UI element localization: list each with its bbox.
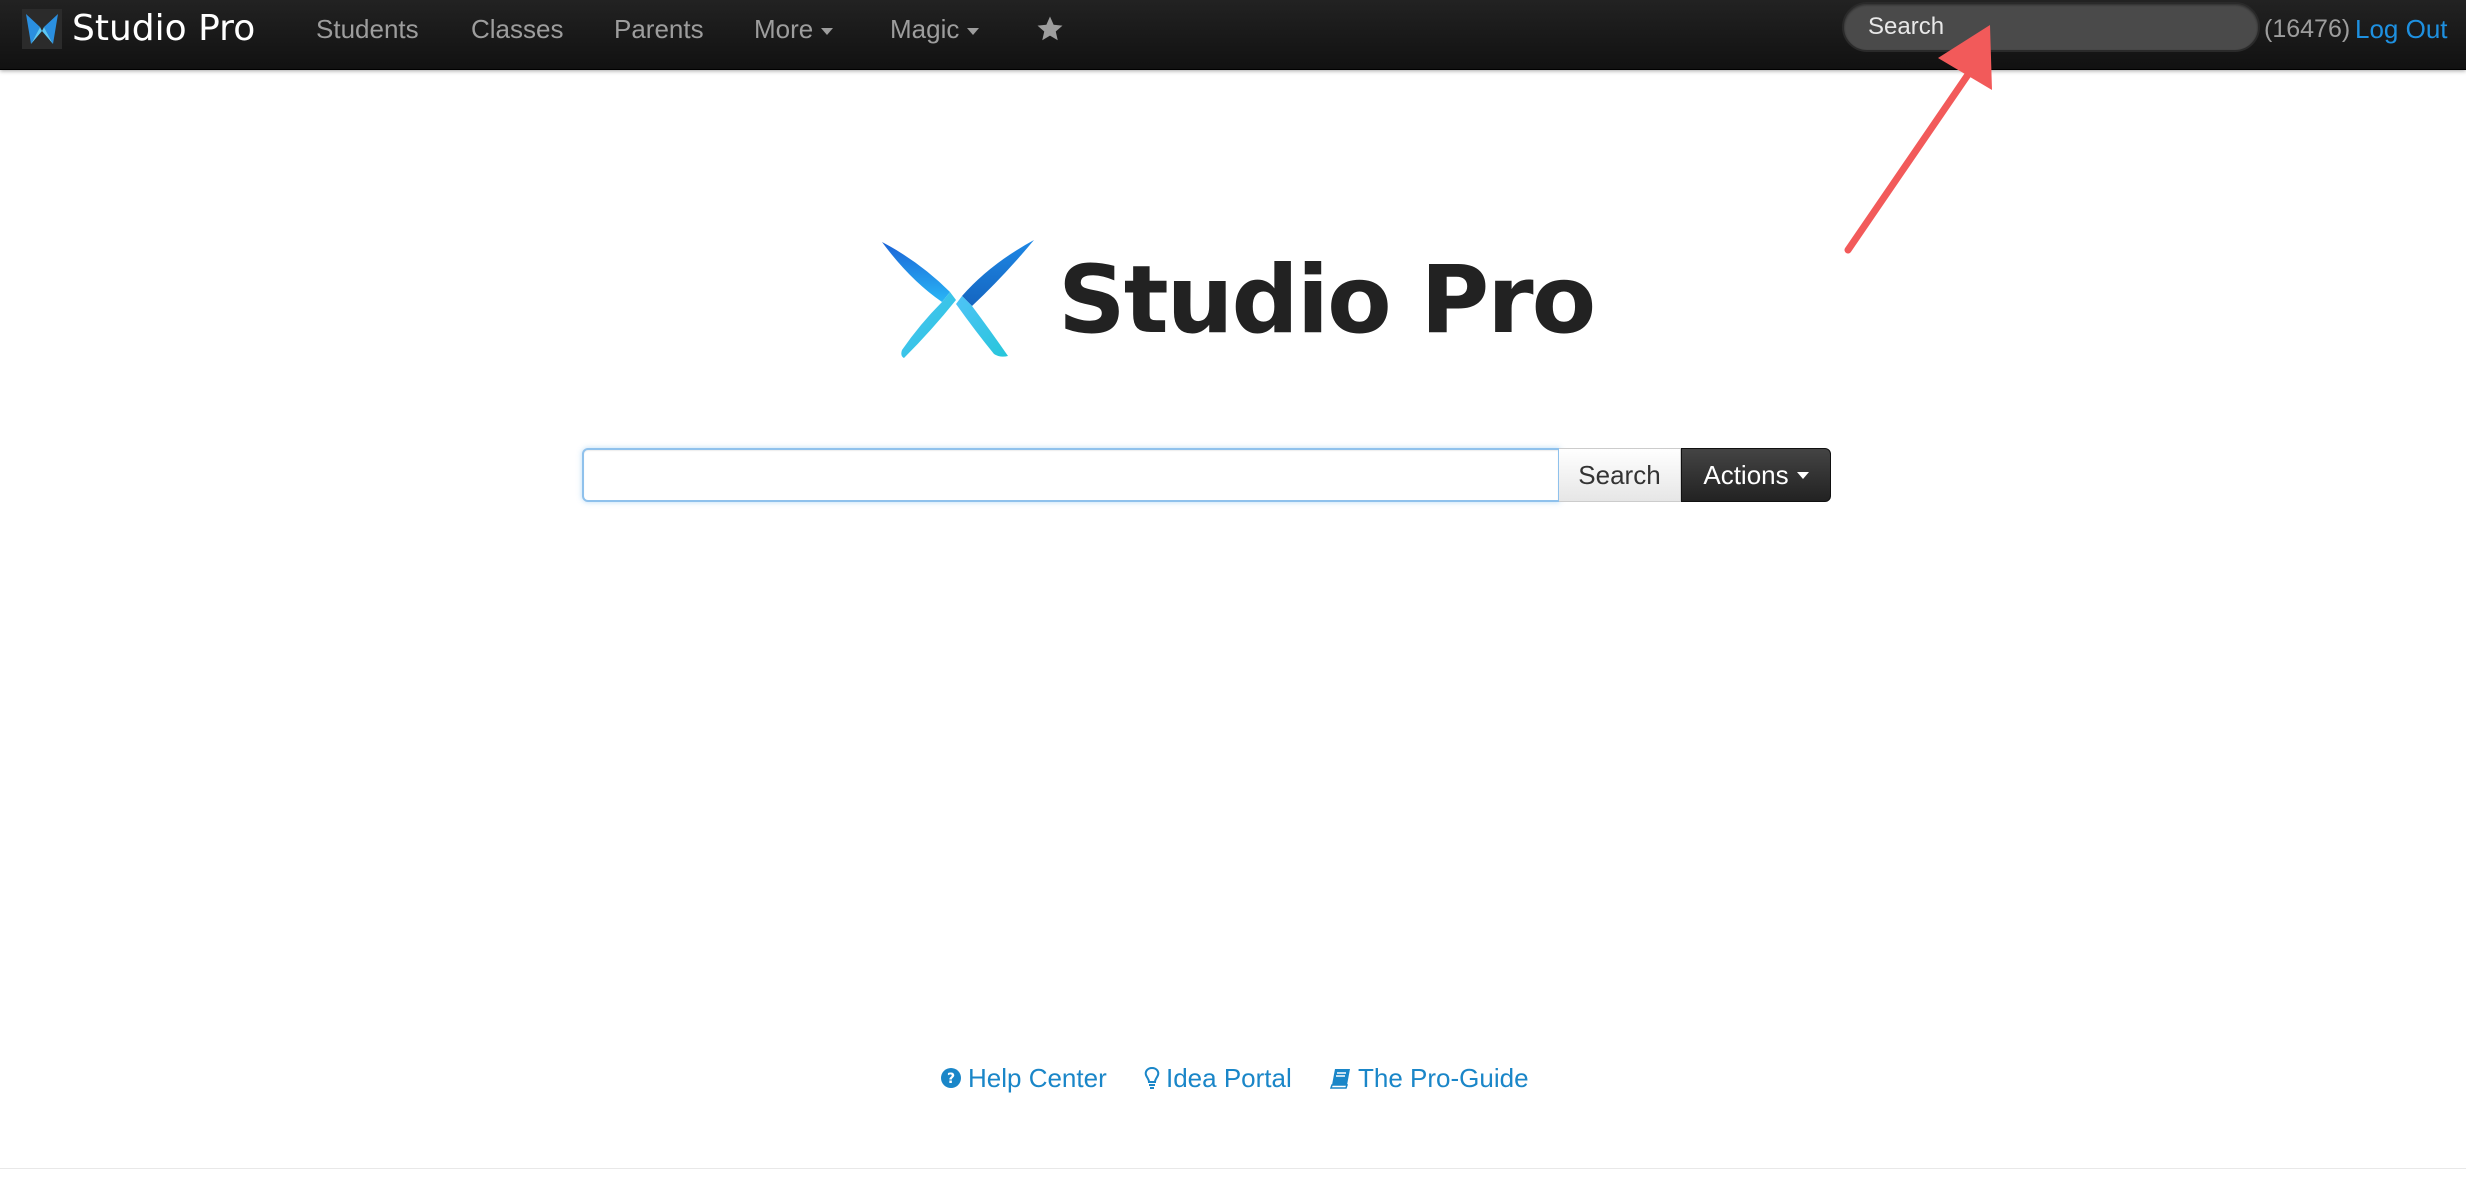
lightbulb-icon (1144, 1066, 1160, 1089)
actions-label: Actions (1703, 459, 1789, 490)
logout-link[interactable]: Log Out (2355, 0, 2448, 58)
pro-guide-label: The Pro-Guide (1358, 1063, 1529, 1093)
user-count: (16476) (2264, 15, 2351, 43)
help-center-link[interactable]: ? Help Center (940, 1058, 1107, 1098)
idea-portal-link[interactable]: Idea Portal (1144, 1058, 1292, 1098)
top-navbar: Studio Pro Students Classes Parents More… (0, 0, 2466, 70)
nav-magic-label: Magic (890, 14, 960, 44)
nav-more-label: More (754, 14, 814, 44)
nav-students[interactable]: Students (316, 0, 419, 58)
star-icon[interactable] (1035, 14, 1065, 44)
caret-down-icon (967, 27, 980, 35)
studio-pro-logo-icon (22, 9, 62, 49)
caret-down-icon (1796, 471, 1809, 479)
book-icon (1330, 1069, 1350, 1089)
actions-dropdown-button[interactable]: Actions (1681, 448, 1831, 502)
svg-text:?: ? (947, 1071, 955, 1087)
nav-classes[interactable]: Classes (471, 0, 563, 58)
nav-parents[interactable]: Parents (614, 0, 704, 58)
footer-divider (0, 1168, 2466, 1169)
annotation-arrow-icon (1844, 25, 1992, 254)
studio-pro-logo-text: Studio Pro (1058, 246, 1596, 355)
pro-guide-link[interactable]: The Pro-Guide (1330, 1058, 1529, 1098)
question-circle-icon: ? (941, 1068, 961, 1088)
nav-more-dropdown[interactable]: More (754, 0, 834, 58)
brand-link[interactable]: Studio Pro (22, 0, 255, 58)
studio-pro-logo-mark-icon (882, 240, 1034, 358)
main-search-input[interactable] (582, 448, 1560, 502)
nav-magic-dropdown[interactable]: Magic (890, 0, 980, 58)
idea-portal-label: Idea Portal (1166, 1063, 1292, 1093)
brand-name: Studio Pro (72, 8, 256, 49)
search-button[interactable]: Search (1559, 448, 1681, 502)
caret-down-icon (821, 27, 834, 35)
help-center-label: Help Center (968, 1063, 1107, 1093)
